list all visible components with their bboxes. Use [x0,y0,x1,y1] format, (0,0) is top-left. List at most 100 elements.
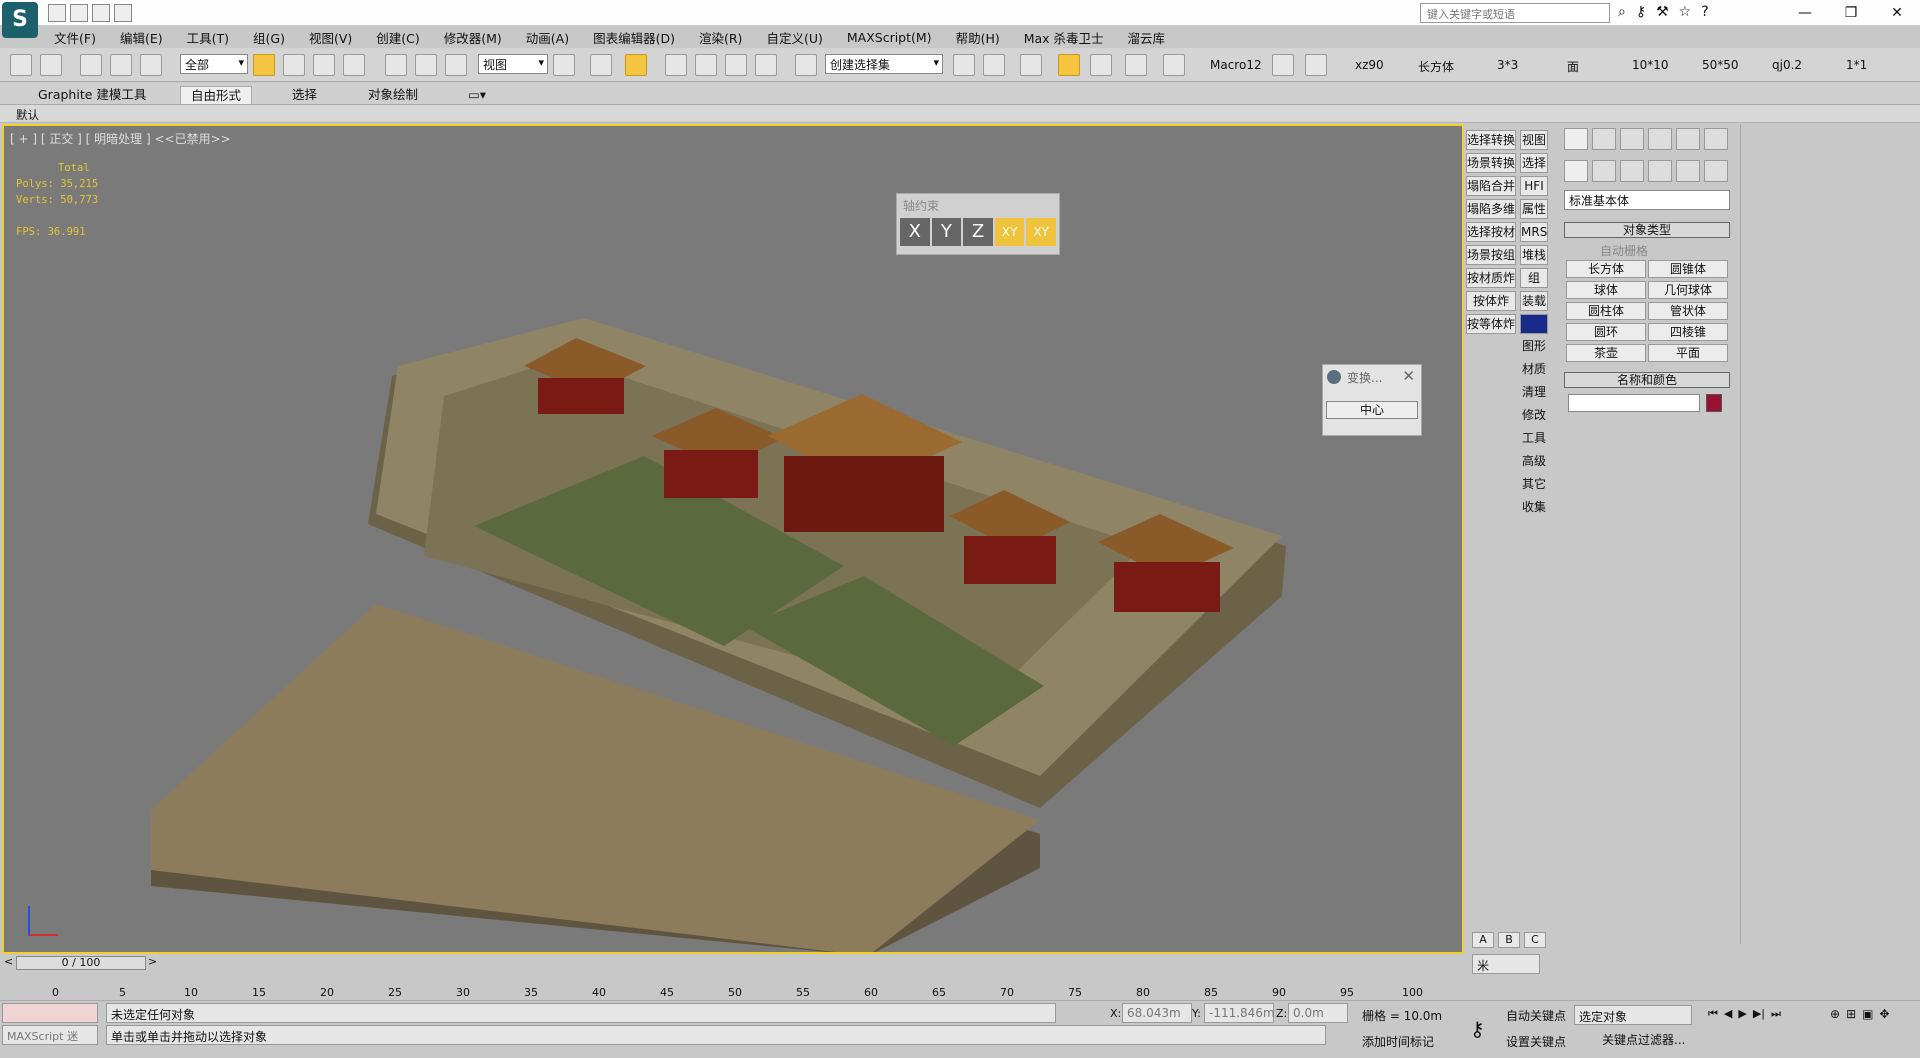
script-btn-hfi[interactable]: HFI [1520,176,1548,196]
macro-button-9[interactable]: 1*1 [1846,58,1867,72]
material-editor-icon[interactable] [1163,54,1185,76]
script-btn-advanced[interactable]: 高级 [1520,452,1548,472]
primitive-cone-button[interactable]: 圆锥体 [1648,260,1728,278]
menu-cloud-library[interactable]: 溜云库 [1116,28,1178,47]
menu-rendering[interactable]: 渲染(R) [687,28,754,47]
primitive-torus-button[interactable]: 圆环 [1566,323,1646,341]
angle-snap-icon[interactable] [695,54,717,76]
primitive-cylinder-button[interactable]: 圆柱体 [1566,302,1646,320]
save-file-icon[interactable] [92,4,110,22]
zoom-extents-icon[interactable]: ▣ [1862,1007,1873,1021]
y-coord-field[interactable]: -111.846m [1204,1003,1275,1023]
script-btn-modify[interactable]: 修改 [1520,406,1548,426]
reference-coord-dropdown[interactable]: 视图 [478,54,548,74]
layer-manager-icon[interactable] [1020,54,1042,76]
modify-tab-icon[interactable] [1592,128,1616,150]
helpers-icon[interactable] [1676,160,1700,182]
render-teapot-icon[interactable] [1305,54,1327,76]
menu-maxscript[interactable]: MAXScript(M) [835,30,944,45]
schematic-view-icon[interactable] [1125,54,1147,76]
script-btn-tools[interactable]: 工具 [1520,429,1548,449]
script-btn-shapes[interactable]: 图形 [1520,337,1548,357]
spinner-snap-icon[interactable] [755,54,777,76]
restore-icon[interactable]: ❐ [1828,0,1874,26]
select-object-icon[interactable] [253,54,275,76]
keyboard-shortcut-override-icon[interactable] [625,54,647,76]
primitive-geosphere-button[interactable]: 几何球体 [1648,281,1728,299]
set-key-button[interactable]: 设置关键点 [1506,1033,1566,1050]
maxscript-mini-listener[interactable]: MAXScript 迷 [2,1025,98,1045]
open-file-icon[interactable] [70,4,88,22]
next-frame-icon[interactable]: > [148,955,157,968]
key-filters-button[interactable]: 关键点过滤器... [1602,1031,1685,1048]
add-time-tag[interactable]: 添加时间标记 [1362,1033,1434,1050]
menu-antivirus[interactable]: Max 杀毒卫士 [1012,28,1116,47]
macro-button-3[interactable]: 长方体 [1418,58,1454,75]
time-slider[interactable]: 0 / 100 [16,956,146,970]
menu-customize[interactable]: 自定义(U) [754,28,834,47]
set-a-button[interactable]: A [1472,932,1494,948]
zoom-all-icon[interactable]: ⊞ [1846,1007,1856,1021]
menu-file[interactable]: 文件(F) [42,28,108,47]
space-warps-icon[interactable] [1704,160,1728,182]
new-file-icon[interactable] [48,4,66,22]
auto-grid-checkbox[interactable]: 自动栅格 [1600,242,1648,259]
bind-space-warp-icon[interactable] [140,54,162,76]
script-btn-select-by-material[interactable]: 选择按材 [1466,222,1516,242]
macro-button-6[interactable]: 10*10 [1632,58,1669,72]
selection-filter-dropdown[interactable]: 全部 [180,54,248,74]
prev-key-icon[interactable]: ◀ [1724,1007,1732,1021]
macro-button-8[interactable]: qj0.2 [1772,58,1802,72]
macro-button-1[interactable]: Macro12 [1210,58,1262,72]
select-manipulate-icon[interactable] [590,54,612,76]
menu-animation[interactable]: 动画(A) [514,28,581,47]
constrain-y-button[interactable]: Y [931,218,962,246]
percent-snap-icon[interactable] [725,54,747,76]
undo-icon[interactable] [10,54,32,76]
primitive-plane-button[interactable]: 平面 [1648,344,1728,362]
object-type-rollout-header[interactable]: 对象类型 [1564,222,1730,238]
menu-view[interactable]: 视图(V) [297,28,364,47]
menu-create[interactable]: 创建(C) [364,28,431,47]
macro-button-4[interactable]: 3*3 [1497,58,1518,72]
axis-constraint-title[interactable]: 轴约束 [897,194,1059,216]
select-by-name-icon[interactable] [283,54,305,76]
align-icon[interactable] [983,54,1005,76]
script-btn-select-convert[interactable]: 选择转换 [1466,130,1516,150]
hierarchy-tab-icon[interactable] [1620,128,1644,150]
snap-toggle-icon[interactable] [665,54,687,76]
unlink-icon[interactable] [110,54,132,76]
ribbon-options-icon[interactable]: ▭▾ [458,86,496,104]
macro-button-5[interactable]: 面 [1567,58,1579,75]
center-button[interactable]: 中心 [1326,401,1418,419]
primitive-pyramid-button[interactable]: 四棱锥 [1648,323,1728,341]
tab-object-paint[interactable]: 对象绘制 [358,86,428,104]
key-mode-dropdown[interactable]: 选定对象 [1574,1005,1692,1025]
close-icon[interactable]: ✕ [1874,0,1920,26]
z-coord-field[interactable]: 0.0m [1288,1003,1348,1023]
menu-tools[interactable]: 工具(T) [175,28,241,47]
script-btn-collapse-multi[interactable]: 塌陷多维 [1466,199,1516,219]
unit-dropdown[interactable]: 米 [1472,954,1540,974]
minimize-icon[interactable]: — [1782,0,1828,26]
star-icon[interactable]: ☆ [1679,4,1692,20]
script-btn-other[interactable]: 其它 [1520,475,1548,495]
geometry-type-dropdown[interactable]: 标准基本体 [1564,190,1730,210]
set-key-icon[interactable]: ⚷ [1470,1017,1485,1041]
scale-icon[interactable] [445,54,467,76]
macro-button-2[interactable]: xz90 [1355,58,1384,72]
lights-icon[interactable] [1620,160,1644,182]
cameras-icon[interactable] [1648,160,1672,182]
constrain-xy-button[interactable]: XY [994,218,1025,246]
script-btn-scene-convert[interactable]: 场景转换 [1466,153,1516,173]
script-btn-group[interactable]: 组 [1520,268,1548,288]
tab-graphite-modeling[interactable]: Graphite 建模工具 [28,86,156,104]
next-key-icon[interactable]: ▶| [1753,1007,1765,1021]
zoom-icon[interactable]: ⊕ [1830,1007,1840,1021]
link-icon[interactable] [80,54,102,76]
name-color-rollout-header[interactable]: 名称和颜色 [1564,372,1730,388]
app-logo-icon[interactable]: S [2,2,38,38]
rect-selection-icon[interactable] [313,54,335,76]
key-icon[interactable]: ⚷ [1636,4,1646,20]
utilities-tab-icon[interactable] [1704,128,1728,150]
